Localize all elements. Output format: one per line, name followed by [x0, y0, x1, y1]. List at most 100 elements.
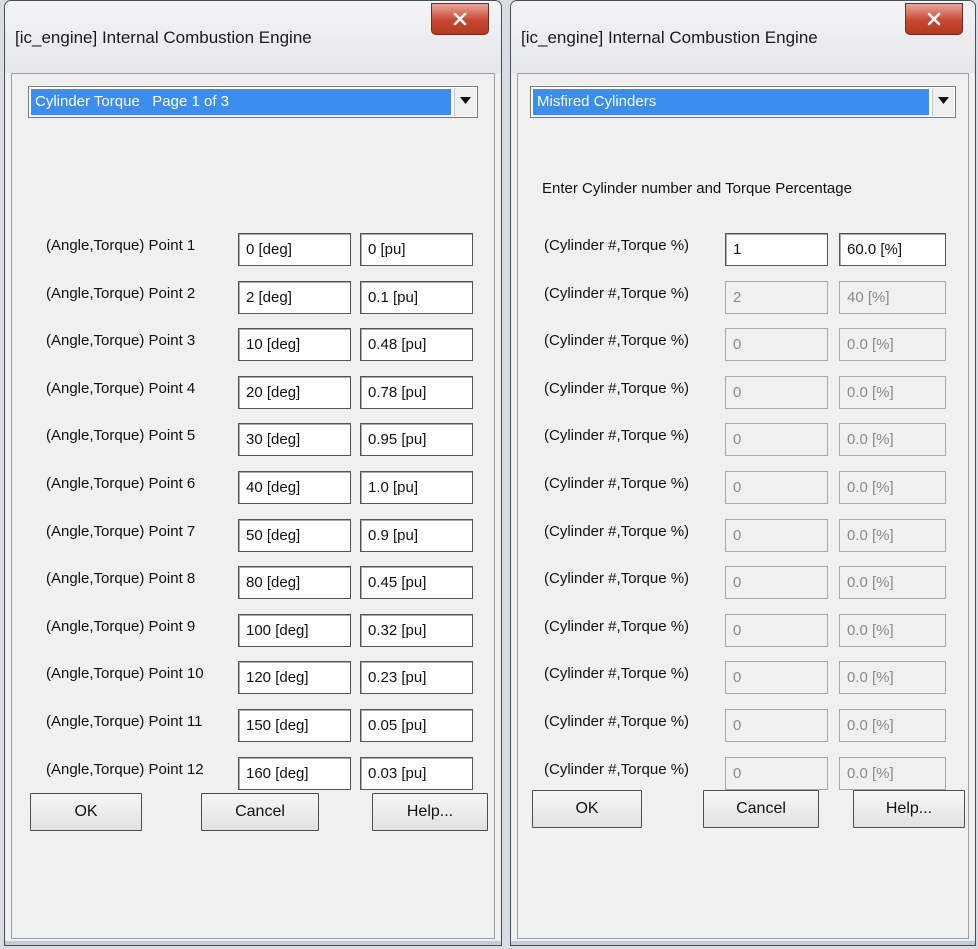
help-button[interactable]: Help...	[372, 793, 488, 831]
torque-percent-input[interactable]: 60.0 [%]	[839, 233, 946, 266]
point-label: (Angle,Torque) Point 7	[46, 522, 196, 540]
torque-percent-input: 0.0 [%]	[839, 375, 946, 409]
dialog-body: Cylinder Torque Page 1 of 3 (Angle,Torqu…	[11, 73, 495, 939]
close-x-icon	[453, 12, 467, 26]
torque-input[interactable]: 0.32 [pu]	[360, 613, 473, 647]
torque-input[interactable]: 0.95 [pu]	[360, 423, 473, 457]
cylinder-number-input: 0	[725, 756, 828, 790]
angle-input[interactable]: 30 [deg]	[238, 423, 351, 457]
cylinder-number-input: 0	[725, 661, 828, 695]
point-label: (Angle,Torque) Point 3	[46, 332, 196, 350]
torque-percent-input: 0.0 [%]	[839, 471, 946, 504]
close-x-icon	[927, 12, 941, 26]
angle-input[interactable]: 10 [deg]	[238, 328, 351, 362]
point-label: (Angle,Torque) Point 6	[46, 475, 196, 492]
instruction-text: Enter Cylinder number and Torque Percent…	[542, 180, 852, 197]
window-bottom-edge	[511, 941, 975, 945]
torque-percent-input: 0.0 [%]	[839, 709, 946, 742]
cylinder-number-input: 0	[725, 566, 828, 600]
torque-input[interactable]: 0.23 [pu]	[360, 661, 473, 695]
point-label: (Angle,Torque) Point 11	[46, 713, 203, 730]
torque-percent-input: 0.0 [%]	[839, 328, 946, 362]
torque-percent-input: 0.0 [%]	[839, 423, 946, 457]
angle-input[interactable]: 2 [deg]	[238, 280, 351, 314]
cylinder-row-label: (Cylinder #,Torque %)	[544, 475, 690, 492]
cylinder-number-input: 2	[725, 280, 828, 314]
help-button[interactable]: Help...	[853, 790, 965, 828]
window-bottom-edge	[5, 941, 501, 945]
cylinder-row-label: (Cylinder #,Torque %)	[544, 617, 690, 635]
torque-input[interactable]: 0.1 [pu]	[360, 280, 473, 314]
dropdown-arrow-button[interactable]	[454, 88, 476, 116]
point-label: (Angle,Torque) Point 12	[46, 760, 204, 778]
angle-input[interactable]: 0 [deg]	[238, 233, 351, 266]
cylinder-row-label: (Cylinder #,Torque %)	[544, 713, 690, 730]
dropdown-selected-value: Cylinder Torque Page 1 of 3	[31, 89, 451, 115]
page-dropdown[interactable]: Cylinder Torque Page 1 of 3	[28, 86, 478, 118]
angle-input[interactable]: 80 [deg]	[238, 566, 351, 600]
cylinder-row-label: (Cylinder #,Torque %)	[544, 665, 690, 683]
torque-input[interactable]: 0 [pu]	[360, 233, 473, 266]
torque-input[interactable]: 0.03 [pu]	[360, 756, 473, 790]
cylinder-number-input: 0	[725, 375, 828, 409]
ok-button[interactable]: OK	[30, 793, 142, 831]
close-button[interactable]	[905, 3, 963, 35]
cylinder-torque-dialog: [ic_engine] Internal Combustion Engine C…	[4, 0, 502, 946]
torque-input[interactable]: 0.78 [pu]	[360, 375, 473, 409]
chevron-down-icon	[938, 97, 949, 104]
angle-input[interactable]: 160 [deg]	[238, 756, 351, 790]
torque-input[interactable]: 1.0 [pu]	[360, 471, 473, 504]
point-label: (Angle,Torque) Point 5	[46, 427, 196, 445]
cylinder-number-input: 0	[725, 613, 828, 647]
torque-input[interactable]: 0.48 [pu]	[360, 328, 473, 362]
point-label: (Angle,Torque) Point 2	[46, 284, 196, 302]
title-bar[interactable]: [ic_engine] Internal Combustion Engine	[511, 1, 975, 73]
torque-percent-input: 0.0 [%]	[839, 613, 946, 647]
cylinder-number-input: 0	[725, 709, 828, 742]
misfired-cylinders-dialog: [ic_engine] Internal Combustion Engine M…	[510, 0, 976, 946]
dialog-body: Misfired Cylinders Enter Cylinder number…	[517, 73, 969, 939]
cylinder-row-label: (Cylinder #,Torque %)	[544, 284, 690, 302]
cylinder-row-label: (Cylinder #,Torque %)	[544, 427, 690, 445]
point-label: (Angle,Torque) Point 9	[46, 617, 196, 635]
cylinder-row-label: (Cylinder #,Torque %)	[544, 379, 690, 397]
torque-percent-input: 0.0 [%]	[839, 661, 946, 695]
angle-input[interactable]: 100 [deg]	[238, 613, 351, 647]
angle-input[interactable]: 120 [deg]	[238, 661, 351, 695]
torque-input[interactable]: 0.05 [pu]	[360, 709, 473, 742]
cylinder-row-label: (Cylinder #,Torque %)	[544, 522, 690, 540]
cancel-button[interactable]: Cancel	[201, 793, 319, 831]
cylinder-number-input: 0	[725, 328, 828, 362]
cylinder-row-label: (Cylinder #,Torque %)	[544, 760, 690, 778]
cylinder-number-input: 0	[725, 518, 828, 552]
point-label: (Angle,Torque) Point 4	[46, 379, 196, 397]
point-label: (Angle,Torque) Point 1	[46, 237, 196, 254]
point-label: (Angle,Torque) Point 8	[46, 570, 196, 588]
close-button[interactable]	[431, 3, 489, 35]
cylinder-row-label: (Cylinder #,Torque %)	[544, 570, 690, 588]
torque-percent-input: 0.0 [%]	[839, 756, 946, 790]
torque-input[interactable]: 0.45 [pu]	[360, 566, 473, 600]
torque-percent-input: 0.0 [%]	[839, 518, 946, 552]
page-dropdown[interactable]: Misfired Cylinders	[530, 86, 956, 118]
cylinder-row-label: (Cylinder #,Torque %)	[544, 332, 690, 350]
cylinder-number-input: 0	[725, 471, 828, 504]
cancel-button[interactable]: Cancel	[703, 790, 819, 828]
cylinder-row-label: (Cylinder #,Torque %)	[544, 237, 690, 254]
dropdown-selected-value: Misfired Cylinders	[533, 89, 929, 115]
point-label: (Angle,Torque) Point 10	[46, 665, 204, 683]
chevron-down-icon	[460, 97, 471, 104]
title-bar[interactable]: [ic_engine] Internal Combustion Engine	[5, 1, 501, 73]
cylinder-number-input[interactable]: 1	[725, 233, 828, 266]
cylinder-number-input: 0	[725, 423, 828, 457]
angle-input[interactable]: 40 [deg]	[238, 471, 351, 504]
dropdown-arrow-button[interactable]	[932, 88, 954, 116]
angle-input[interactable]: 20 [deg]	[238, 375, 351, 409]
angle-input[interactable]: 50 [deg]	[238, 518, 351, 552]
torque-input[interactable]: 0.9 [pu]	[360, 518, 473, 552]
angle-input[interactable]: 150 [deg]	[238, 709, 351, 742]
torque-percent-input: 40 [%]	[839, 280, 946, 314]
torque-percent-input: 0.0 [%]	[839, 566, 946, 600]
window-title: [ic_engine] Internal Combustion Engine	[521, 28, 818, 47]
ok-button[interactable]: OK	[532, 790, 642, 828]
